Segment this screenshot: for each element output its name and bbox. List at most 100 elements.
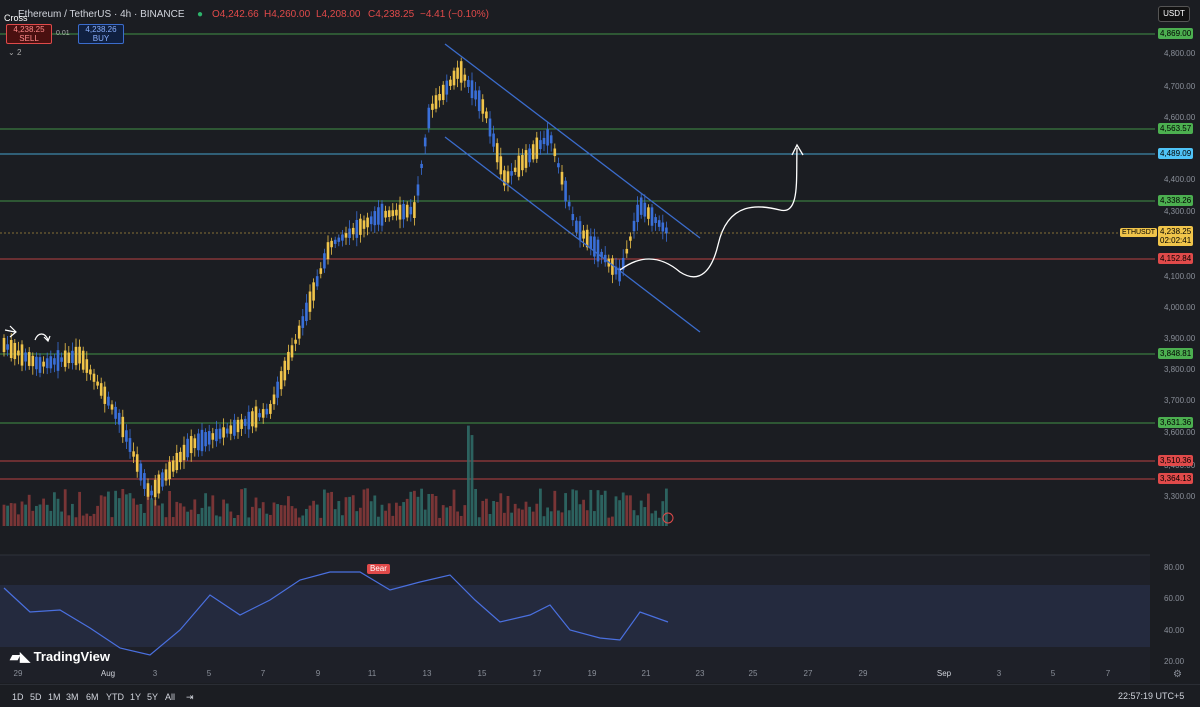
candle-body[interactable] (85, 359, 89, 373)
candle-body[interactable] (49, 356, 53, 369)
candle-body[interactable] (319, 268, 323, 274)
candle-body[interactable] (218, 428, 222, 439)
candle-body[interactable] (179, 451, 182, 463)
range-button-all[interactable]: All (165, 692, 175, 702)
candle-body[interactable] (45, 358, 49, 369)
candle-body[interactable] (175, 452, 179, 471)
candle-body[interactable] (596, 239, 600, 262)
candle-body[interactable] (488, 118, 492, 137)
candle-body[interactable] (229, 425, 233, 434)
range-button-1m[interactable]: 1M (48, 692, 61, 702)
range-button-ytd[interactable]: YTD (106, 692, 124, 702)
candle-body[interactable] (355, 219, 359, 238)
candle-body[interactable] (369, 216, 373, 225)
candle-body[interactable] (470, 80, 474, 99)
candle-body[interactable] (258, 413, 261, 418)
candle-body[interactable] (24, 352, 27, 362)
candle-body[interactable] (236, 419, 240, 433)
candle-body[interactable] (60, 357, 63, 362)
candle-body[interactable] (78, 346, 81, 364)
candle-body[interactable] (31, 355, 35, 367)
candle-body[interactable] (9, 339, 13, 359)
candle-body[interactable] (434, 95, 438, 109)
candle-body[interactable] (517, 155, 521, 177)
candle-body[interactable] (279, 371, 283, 390)
candle-body[interactable] (589, 236, 593, 249)
candle-body[interactable] (405, 204, 409, 218)
candle-body[interactable] (445, 80, 449, 95)
candle-body[interactable] (636, 204, 639, 223)
candle-body[interactable] (164, 469, 168, 481)
candle-body[interactable] (467, 79, 470, 87)
symbol-title[interactable]: Ethereum / TetherUS · 4h · BINANCE (18, 9, 185, 20)
candle-body[interactable] (128, 438, 132, 452)
candle-body[interactable] (99, 383, 103, 396)
candle-body[interactable] (427, 107, 431, 129)
candle-body[interactable] (305, 302, 308, 322)
candle-body[interactable] (578, 221, 582, 240)
candle-body[interactable] (452, 70, 456, 86)
candle-body[interactable] (182, 444, 186, 461)
range-button-5y[interactable]: 5Y (147, 692, 158, 702)
candle-body[interactable] (643, 202, 647, 217)
candle-body[interactable] (485, 111, 488, 119)
date-range-icon[interactable]: ⇥ (186, 692, 194, 703)
candle-body[interactable] (63, 350, 67, 367)
candle-body[interactable] (114, 406, 117, 419)
candle-body[interactable] (513, 167, 517, 172)
projection-curve[interactable] (619, 147, 798, 278)
candle-body[interactable] (247, 411, 251, 430)
lightning-icon[interactable] (662, 512, 674, 524)
candle-body[interactable] (481, 99, 485, 114)
candle-body[interactable] (333, 239, 337, 244)
clock[interactable]: 22:57:19 UTC+5 (1118, 691, 1184, 701)
candle-body[interactable] (567, 201, 571, 207)
candle-body[interactable] (657, 220, 661, 227)
candle-body[interactable] (294, 339, 297, 344)
candle-body[interactable] (211, 433, 215, 440)
candle-body[interactable] (240, 419, 243, 429)
candle-body[interactable] (416, 184, 420, 196)
arrow-annotation[interactable] (4, 325, 17, 338)
candle-body[interactable] (593, 236, 596, 257)
candle-body[interactable] (132, 451, 135, 457)
candle-body[interactable] (222, 427, 225, 438)
candle-body[interactable] (301, 316, 305, 328)
candle-body[interactable] (89, 369, 92, 375)
candle-body[interactable] (391, 210, 395, 217)
channel-lower-line[interactable] (444, 136, 701, 333)
candle-body[interactable] (200, 429, 204, 452)
candle-body[interactable] (225, 428, 229, 434)
candle-body[interactable] (366, 217, 369, 228)
gear-icon[interactable]: ⚙ (1173, 669, 1182, 680)
candle-body[interactable] (186, 438, 189, 458)
candle-body[interactable] (449, 79, 452, 86)
candle-body[interactable] (297, 325, 301, 339)
candle-body[interactable] (193, 438, 197, 449)
candle-body[interactable] (251, 411, 254, 427)
candle-body[interactable] (463, 74, 467, 81)
candle-body[interactable] (254, 406, 258, 428)
candle-body[interactable] (611, 258, 614, 275)
range-button-1y[interactable]: 1Y (130, 692, 141, 702)
candle-body[interactable] (557, 163, 560, 168)
candle-body[interactable] (6, 344, 9, 350)
candle-body[interactable] (575, 220, 578, 233)
candle-body[interactable] (150, 490, 153, 496)
candle-body[interactable] (215, 429, 218, 442)
candle-body[interactable] (272, 394, 276, 405)
candle-body[interactable] (402, 203, 405, 220)
range-button-6m[interactable]: 6M (86, 692, 99, 702)
candle-body[interactable] (197, 433, 200, 451)
candle-body[interactable] (157, 474, 161, 494)
tradingview-logo[interactable]: ▰◣ TradingView (10, 649, 110, 665)
candle-body[interactable] (499, 156, 503, 175)
candle-body[interactable] (510, 171, 513, 176)
candle-body[interactable] (117, 412, 121, 425)
candle-body[interactable] (56, 350, 60, 371)
candle-body[interactable] (207, 431, 211, 445)
candle-body[interactable] (423, 137, 427, 147)
candle-body[interactable] (582, 230, 585, 239)
candle-body[interactable] (315, 276, 319, 287)
candle-body[interactable] (121, 416, 125, 438)
